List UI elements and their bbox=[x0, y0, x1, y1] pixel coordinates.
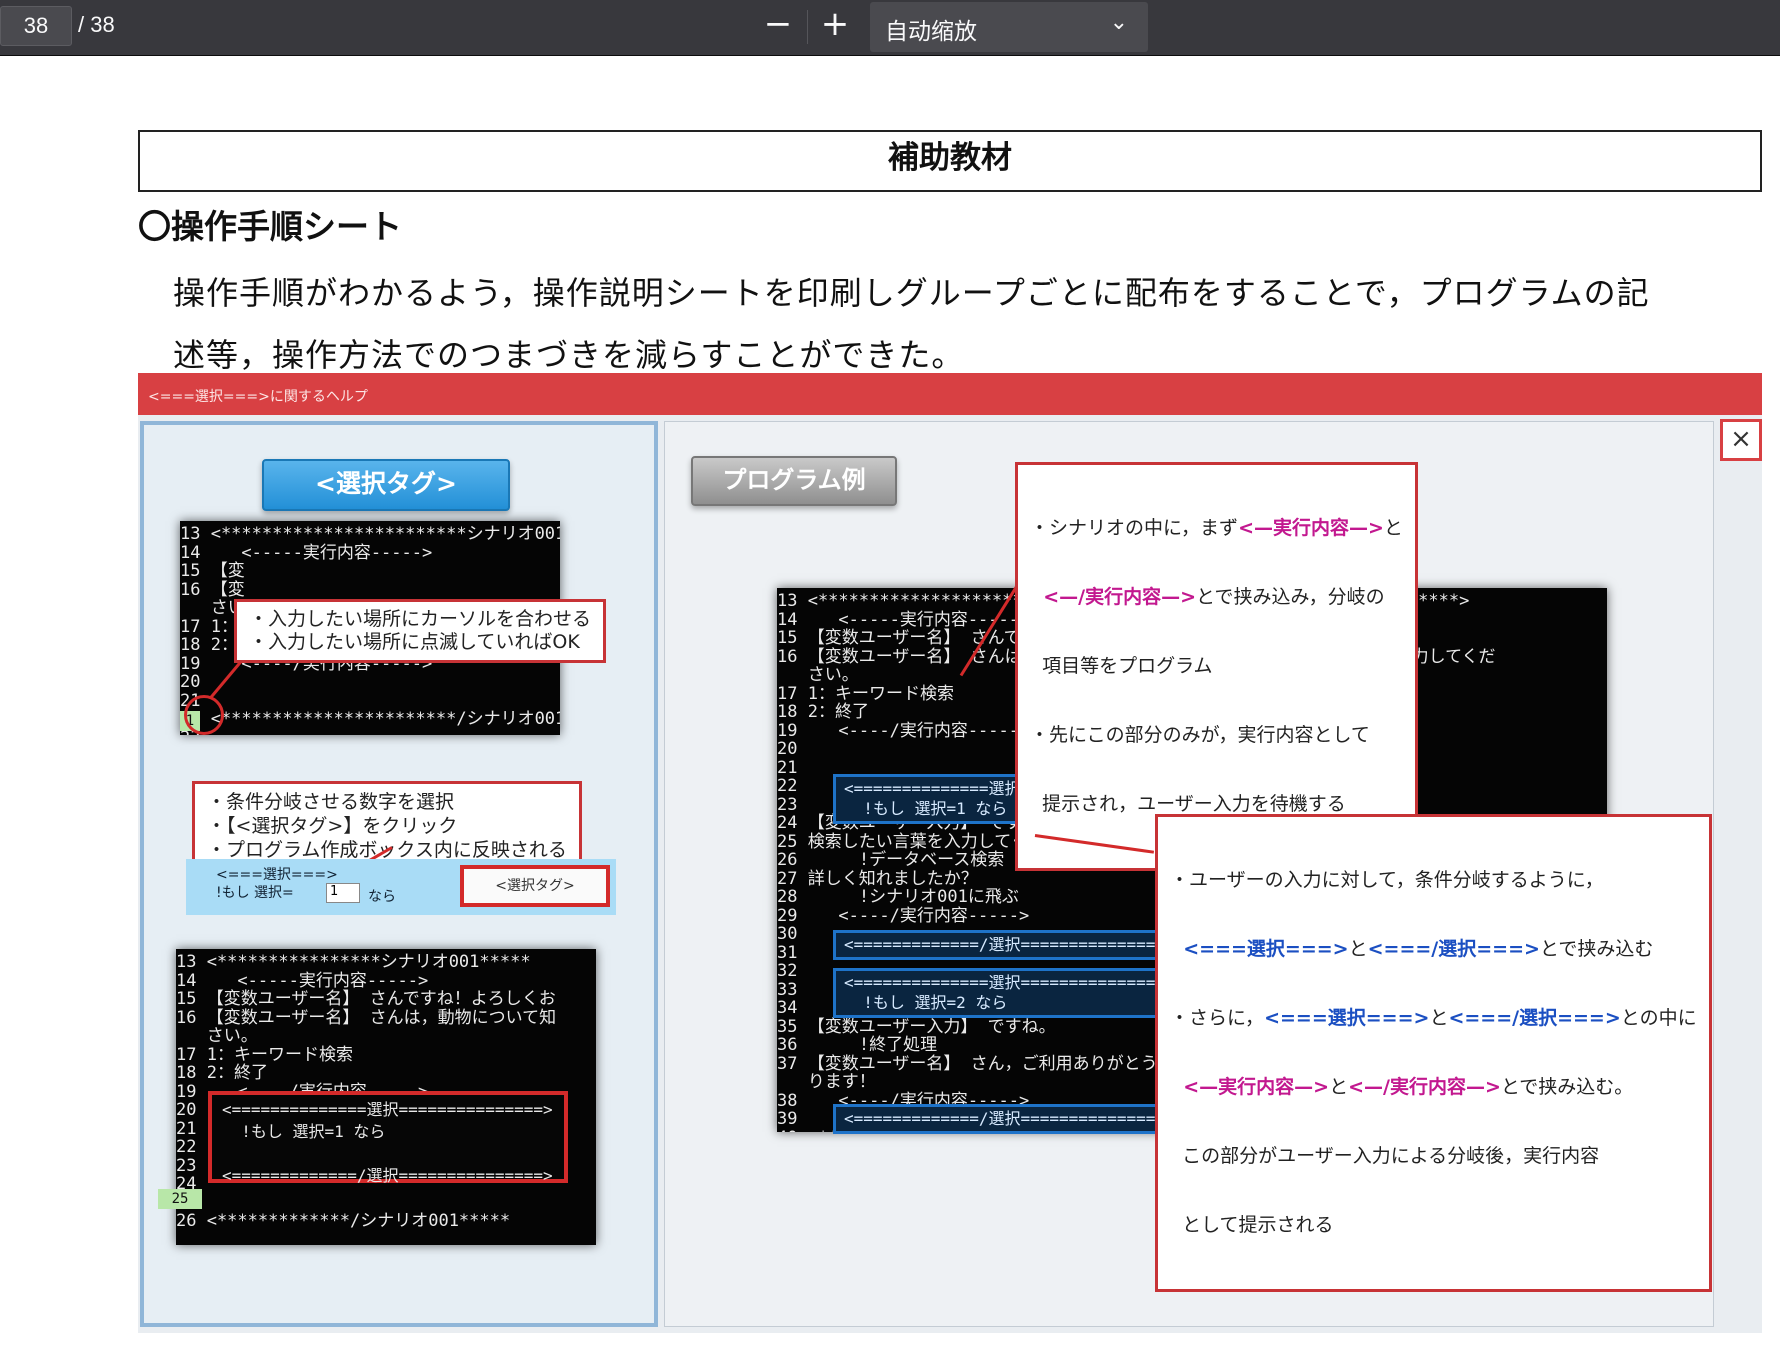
code-line: 25 bbox=[176, 1193, 596, 1213]
body-paragraph: 操作手順がわかるよう，操作説明シートを印刷しグループごとに配布をすることで，プロ… bbox=[173, 262, 1763, 386]
select-block-2: <==============選択===============> !もし 選択… bbox=[833, 968, 1175, 1018]
callout-branch-line-1: ・ユーザーの入力に対して，条件分岐するように， bbox=[1170, 869, 1604, 891]
help-title: <===選択===>に関するヘルプ bbox=[148, 389, 368, 405]
callout-text: とで挟み込み，分岐の bbox=[1196, 586, 1385, 608]
code-line: 15 【変数ユーザー名】 さんですね！よろしくお bbox=[176, 989, 556, 1009]
callout-scenario-line-5: 提示され，ユーザー入力を待機する bbox=[1030, 793, 1346, 815]
program-example-button: プログラム例 bbox=[691, 456, 897, 506]
page-total-label: / 38 bbox=[78, 12, 115, 37]
callout-text: とで挟み込む bbox=[1539, 938, 1654, 960]
callout-tag: <—実行内容—> bbox=[1170, 1076, 1330, 1098]
callout-text: と bbox=[1348, 938, 1368, 960]
callout-tag: <—実行内容—> bbox=[1238, 517, 1384, 539]
zoom-select-value: 自动缩放 bbox=[885, 19, 977, 45]
code-line: 26 <*************/シナリオ001***** bbox=[176, 1211, 511, 1231]
cursor-highlight-circle bbox=[184, 695, 224, 735]
callout-tag: <===選択===> bbox=[1264, 1007, 1430, 1029]
select-tag-button: <選択タグ> bbox=[262, 459, 510, 511]
callout-scenario-line-3: 項目等をプログラム bbox=[1030, 655, 1213, 677]
pdf-toolbar: 38 / 38 − + 自动缩放 ⌄ bbox=[0, 0, 1780, 56]
toolbar-separator bbox=[807, 10, 808, 44]
callout-text: と bbox=[1383, 517, 1403, 539]
select-control-strip: <===選択===> !もし 選択= 1 なら <選択タグ> bbox=[186, 859, 616, 915]
callout-text: と bbox=[1329, 1076, 1349, 1098]
code-line: 15 【変 bbox=[180, 561, 245, 581]
callout-tag: <===/選択===> bbox=[1448, 1007, 1621, 1029]
page-number-input[interactable]: 38 bbox=[0, 6, 72, 46]
code-line: 22 <***********************/シナリオ001*** bbox=[180, 709, 560, 729]
code-line: 14 <-----実行内容-----> bbox=[180, 542, 433, 563]
callout-branch-line-6: として提示される bbox=[1170, 1214, 1334, 1236]
chevron-down-icon: ⌄ bbox=[1109, 10, 1128, 35]
code-line: 18 2：終了 bbox=[176, 1063, 268, 1083]
code-line: 14 <-----実行内容-----> bbox=[176, 970, 429, 991]
code-line: 21 bbox=[180, 690, 201, 711]
callout-branch-line-4: <—実行内容—>と<—/実行内容—>とで挟み込む。 bbox=[1170, 1076, 1697, 1099]
code-line: 13 <****************シナリオ001***** bbox=[176, 952, 531, 972]
code-line: 16 【変 bbox=[180, 579, 245, 600]
select-control-suffix: なら bbox=[368, 889, 396, 905]
zoom-in-button[interactable]: + bbox=[812, 4, 858, 48]
callout-scenario-line-2: <—/実行内容—>とで挟み込み，分岐の bbox=[1030, 586, 1403, 609]
callout-text: と bbox=[1429, 1007, 1449, 1029]
callout-tag: <===選択===> bbox=[1170, 938, 1349, 960]
branch-number-select: 1 bbox=[326, 883, 360, 903]
zoom-out-button[interactable]: − bbox=[755, 4, 801, 48]
section-heading: 〇操作手順シート bbox=[138, 207, 402, 246]
code-line: さい。 bbox=[176, 1026, 258, 1046]
callout-text: との中に bbox=[1620, 1007, 1697, 1029]
callout-branch-line-5: この部分がユーザー入力による分岐後，実行内容 bbox=[1170, 1145, 1600, 1167]
callout-text: とで挟み込む。 bbox=[1500, 1076, 1634, 1098]
code-line: 20 bbox=[180, 672, 201, 692]
cursor-line-marker-25: 25 bbox=[158, 1189, 202, 1209]
callout-branch-steps: ・条件分岐させる数字を選択 ・【<選択タグ>】をクリック ・プログラム作成ボック… bbox=[192, 781, 582, 871]
body-line-1: 操作手順がわかるよう，操作説明シートを印刷しグループごとに配布をすることで，プロ… bbox=[173, 274, 1650, 312]
callout-scenario: ・シナリオの中に，まず<—実行内容—>と <—/実行内容—>とで挟み込み，分岐の… bbox=[1015, 462, 1418, 871]
callout-branch-line-2: <===選択===>と<===/選択===>とで挟み込む bbox=[1170, 938, 1697, 961]
help-screenshot: <===選択===>に関するヘルプ × <選択タグ> 13 <*********… bbox=[138, 373, 1762, 1333]
select-block-1-end: <=============/選択===============> bbox=[833, 930, 1175, 960]
callout-tag: <—/実行内容—> bbox=[1030, 586, 1197, 608]
callout-text: ・さらに， bbox=[1170, 1007, 1265, 1029]
code-line: 16 【変数ユーザー名】 さんは，動物について知 bbox=[176, 1007, 557, 1028]
close-icon: × bbox=[1720, 419, 1762, 461]
select-block-2-end: <=============/選択===============> bbox=[833, 1104, 1175, 1134]
select-control-text: <===選択===> !もし 選択= bbox=[216, 867, 338, 901]
code-line: 13 <************************シナリオ001*** bbox=[180, 524, 560, 544]
callout-branch-line-3: ・さらに，<===選択===>と<===/選択===>との中に bbox=[1170, 1007, 1697, 1030]
right-panel: プログラム例 13 <*****************************… bbox=[664, 421, 1714, 1327]
callout-scenario-line-1: ・シナリオの中に，まず<—実行内容—>と bbox=[1030, 517, 1403, 540]
code-line: 23 bbox=[180, 728, 560, 735]
callout-branch: ・ユーザーの入力に対して，条件分岐するように， <===選択===>と<===/… bbox=[1155, 814, 1712, 1292]
zoom-select[interactable]: 自动缩放 ⌄ bbox=[870, 2, 1148, 52]
callout-cursor: ・入力したい場所にカーソルを合わせる ・入力したい場所に点滅していればOK bbox=[234, 599, 607, 663]
callout-scenario-line-4: ・先にこの部分のみが，実行内容として bbox=[1030, 724, 1370, 746]
callout-text: ・シナリオの中に，まず bbox=[1030, 517, 1239, 539]
code-line: 17 1：キーワード検索 bbox=[176, 1044, 353, 1065]
left-panel: <選択タグ> 13 <************************シナリオ0… bbox=[140, 421, 658, 1327]
inserted-select-block: <==============選択===============> !もし 選択… bbox=[208, 1091, 568, 1185]
page-title: 補助教材 bbox=[138, 130, 1762, 192]
callout-tag: <—/実行内容—> bbox=[1348, 1076, 1501, 1098]
callout-tag: <===/選択===> bbox=[1367, 938, 1540, 960]
insert-select-tag-button: <選択タグ> bbox=[460, 865, 610, 907]
help-title-bar: <===選択===>に関するヘルプ bbox=[138, 373, 1762, 415]
